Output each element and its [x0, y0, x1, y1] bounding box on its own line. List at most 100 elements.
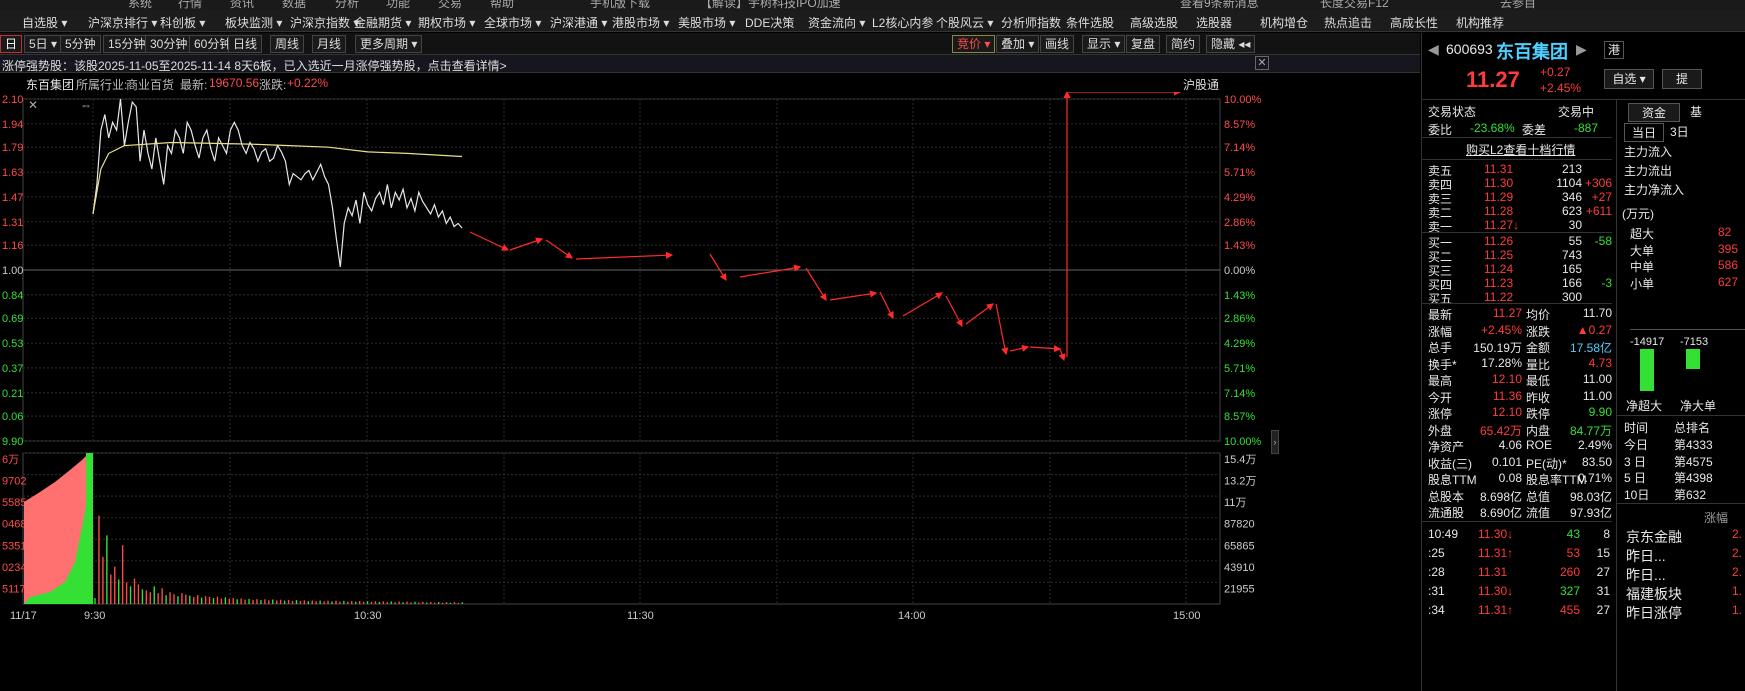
weibi-label: 委比: [1428, 123, 1453, 137]
top-menu-item[interactable]: 手机版下载: [590, 0, 650, 10]
tab-capital[interactable]: 资金: [1628, 103, 1680, 122]
subtab-today[interactable]: 当日: [1624, 123, 1664, 142]
chart-tool-button[interactable]: 复盘: [1126, 35, 1161, 53]
period-tab[interactable]: 5日 ▾: [24, 35, 63, 53]
alert-button[interactable]: 提: [1662, 69, 1702, 89]
hk-badge[interactable]: 港: [1604, 41, 1624, 59]
top-menu-item[interactable]: 【解读】宇树科技IPO加速: [700, 0, 841, 10]
prev-stock-icon[interactable]: ◀: [1428, 41, 1439, 58]
period-tab[interactable]: 月线: [312, 35, 347, 53]
price-tick-label: 1.16: [2, 240, 23, 252]
menu-item[interactable]: 沪深港通 ▾: [550, 14, 607, 31]
close-icon[interactable]: ✕: [28, 98, 38, 112]
top-menu-item[interactable]: 功能: [386, 0, 410, 10]
net-flow-axis: [1630, 329, 1745, 330]
notice-text[interactable]: 涨停强势股：该股2025-11-05至2025-11-14 8天6板，已入选近一…: [2, 57, 507, 74]
menu-item[interactable]: 金融期货 ▾: [354, 14, 411, 31]
volume-tick-label: 6万: [2, 454, 19, 466]
menu-item[interactable]: 选股器: [1196, 14, 1232, 31]
order-size-value: 395: [1718, 241, 1739, 256]
menu-item[interactable]: 美股市场 ▾: [678, 14, 735, 31]
annotation-arrow: [965, 303, 994, 325]
close-icon[interactable]: ✕: [1255, 56, 1269, 70]
chart-tool-button[interactable]: 竞价 ▾: [952, 35, 996, 53]
menu-item[interactable]: 高级选股: [1130, 14, 1178, 31]
menu-item[interactable]: DDE决策: [745, 14, 794, 31]
subtab-3day[interactable]: 3日: [1670, 123, 1689, 140]
rank-period: 今日: [1624, 438, 1649, 452]
menu-item[interactable]: 板块监测 ▾: [225, 14, 282, 31]
sector-change: 2.: [1732, 546, 1743, 560]
collapse-handle-icon[interactable]: ›: [1271, 430, 1279, 454]
top-menu-item[interactable]: 查看9条新消息: [1180, 0, 1259, 10]
next-stock-icon[interactable]: ▶: [1576, 41, 1587, 58]
stat-label: 最低: [1526, 374, 1551, 388]
menu-item[interactable]: 资金流向 ▾: [808, 14, 865, 31]
top-menu-item[interactable]: 资讯: [230, 0, 254, 10]
chart-tool-button[interactable]: 叠加 ▾: [996, 35, 1040, 53]
period-tab[interactable]: 周线: [270, 35, 305, 53]
top-menu-item[interactable]: 分析: [335, 0, 359, 10]
menu-item[interactable]: 科创板 ▾: [160, 14, 205, 31]
top-menu-item[interactable]: 去参目: [1500, 0, 1536, 10]
l2-quote-link[interactable]: 购买L2查看十档行情: [1466, 141, 1575, 158]
chart-tool-button[interactable]: 简约: [1166, 35, 1201, 53]
chart-tool-button[interactable]: 显示 ▾: [1082, 35, 1126, 53]
menu-item[interactable]: 自选股 ▾: [22, 14, 67, 31]
sector-name[interactable]: 昨日...: [1626, 546, 1666, 566]
top-menu-item[interactable]: 长度交易F12: [1320, 0, 1389, 10]
period-tab[interactable]: 日线: [228, 35, 263, 53]
ask-volume: 30: [1568, 218, 1582, 232]
chart-tool-button[interactable]: 隐藏 ◂◂: [1206, 35, 1256, 53]
menu-item[interactable]: L2核心内参: [872, 14, 933, 31]
annotation-arrow: [829, 290, 878, 301]
pct-tick-label: 8.57%: [1224, 411, 1255, 423]
stat-value: 0.08: [1498, 471, 1522, 485]
sector-name[interactable]: 京东金融: [1626, 527, 1682, 547]
tick-price: 11.30↓: [1478, 584, 1514, 598]
menu-item[interactable]: 分析师指数: [1001, 14, 1061, 31]
period-tab[interactable]: 5分钟: [60, 35, 101, 53]
menu-item[interactable]: 条件选股: [1066, 14, 1114, 31]
top-menu-item[interactable]: 帮助: [490, 0, 514, 10]
menu-item[interactable]: 沪深京排行 ▾: [88, 14, 157, 31]
menu-item[interactable]: 机构增仓: [1260, 14, 1308, 31]
menu-item[interactable]: 个股风云 ▾: [936, 14, 993, 31]
watchlist-button[interactable]: 自选 ▾: [1604, 69, 1654, 89]
top-menu-item[interactable]: 数据: [282, 0, 306, 10]
net-large-label: 净大单: [1680, 399, 1717, 413]
period-tab[interactable]: 更多周期 ▾: [355, 35, 423, 53]
tab-fundamental[interactable]: 基: [1690, 103, 1702, 120]
chart-tool-button[interactable]: 画线: [1040, 35, 1075, 53]
period-tab[interactable]: 日: [0, 35, 23, 53]
menu-item[interactable]: 期权市场 ▾: [418, 14, 475, 31]
top-menu-item[interactable]: 行情: [178, 0, 202, 10]
stat-label: 流通股: [1428, 506, 1465, 520]
stat-value: 17.28%: [1481, 355, 1522, 370]
industry-value[interactable]: 商业百货: [126, 76, 174, 93]
limit-up-notice[interactable]: 涨停强势股：该股2025-11-05至2025-11-14 8天6板，已入选近一…: [0, 55, 1420, 73]
top-menu-item[interactable]: 系统: [128, 0, 152, 10]
stat-value: 8.690亿: [1479, 506, 1522, 520]
period-tab[interactable]: 30分钟: [145, 35, 193, 53]
volume-tick-label: 0468: [2, 519, 26, 531]
intraday-chart[interactable]: 2.10 10.00% 1.94 8.57% 1.79 7.14% 1.63 5.71% 1.4…: [0, 92, 1278, 691]
divider: [1422, 99, 1745, 100]
price-tick-label: 2.10: [2, 94, 23, 106]
expand-icon[interactable]: ⇔: [80, 98, 92, 112]
menu-item[interactable]: 高成长性: [1390, 14, 1438, 31]
stat-value: 65.42万: [1479, 423, 1522, 438]
volume-right-tick-label: 15.4万: [1224, 454, 1256, 466]
sector-name[interactable]: 昨日涨停: [1626, 603, 1682, 623]
menu-item[interactable]: 全球市场 ▾: [484, 14, 541, 31]
menu-item[interactable]: 沪深京指数 ▾: [290, 14, 359, 31]
menu-item[interactable]: 港股市场 ▾: [612, 14, 669, 31]
stat-label: 外盘: [1428, 423, 1453, 438]
top-menu-item[interactable]: 交易: [438, 0, 462, 10]
sector-name[interactable]: 昨日...: [1626, 565, 1666, 585]
tick-volume: 43: [1566, 527, 1580, 541]
period-tab[interactable]: 15分钟: [103, 35, 151, 53]
sector-name[interactable]: 福建板块: [1626, 584, 1682, 604]
menu-item[interactable]: 机构推荐: [1456, 14, 1504, 31]
menu-item[interactable]: 热点追击: [1324, 14, 1372, 31]
